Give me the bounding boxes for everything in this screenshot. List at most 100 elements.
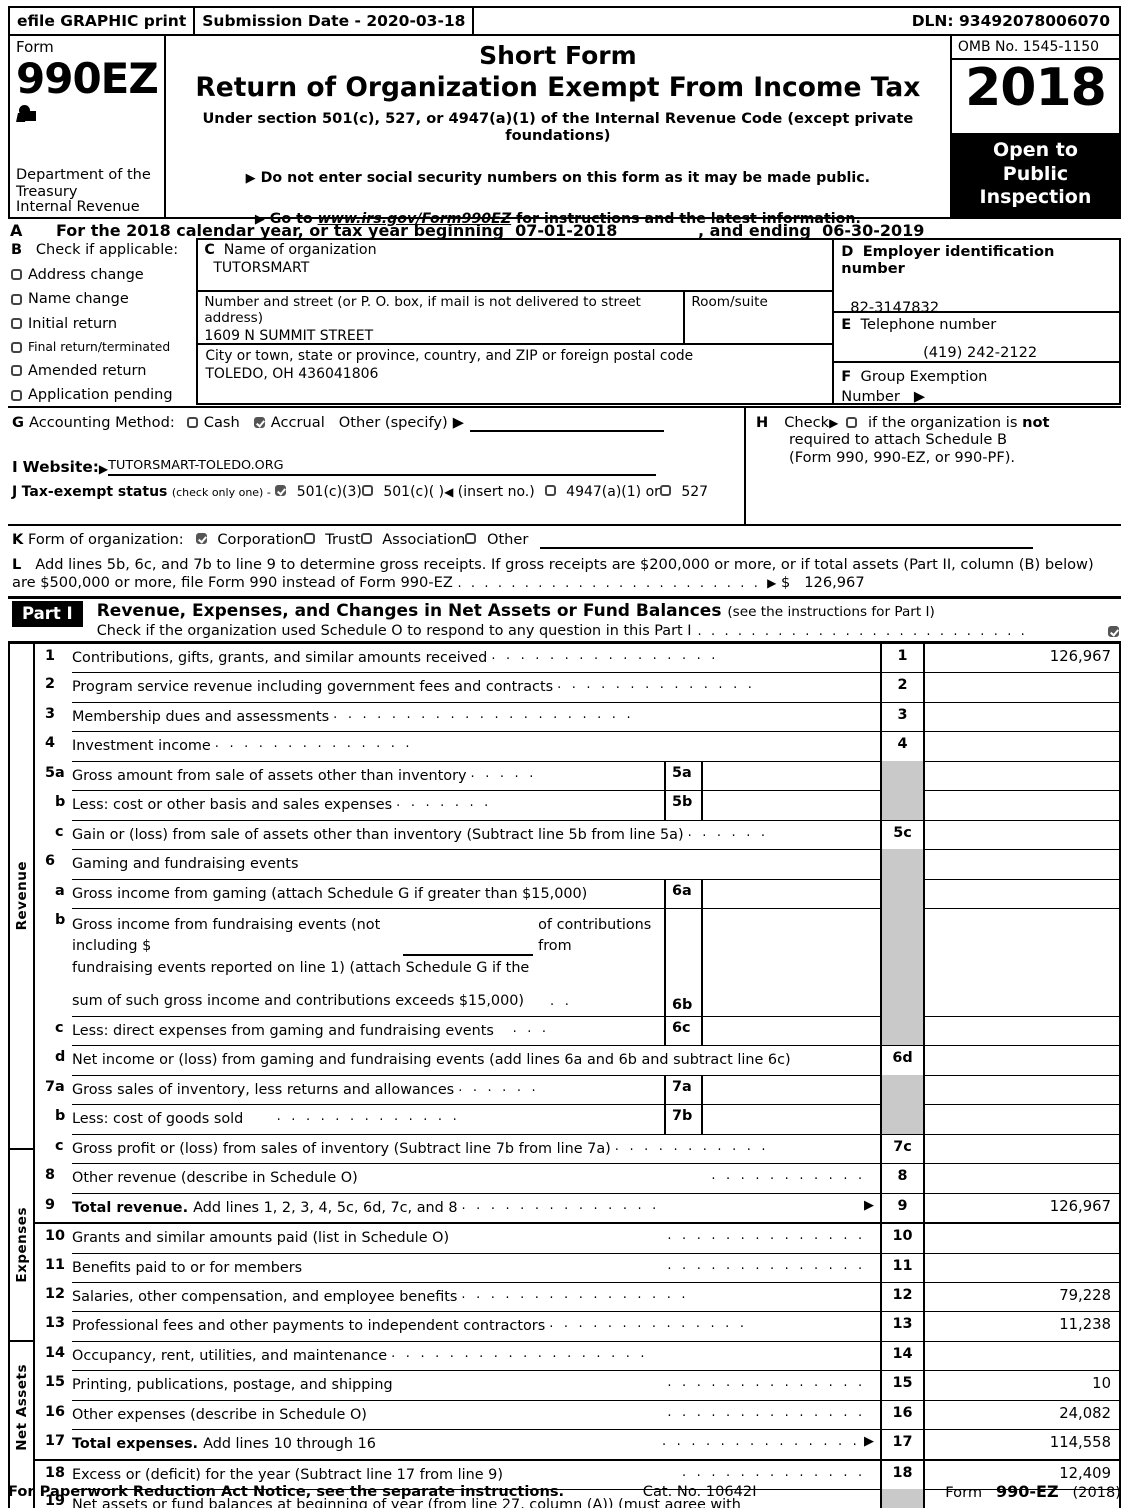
table-row: 11 Benefits paid to or for members . . .…: [35, 1252, 1119, 1282]
amount-value[interactable]: [923, 1104, 1119, 1134]
amount-value[interactable]: [923, 1074, 1119, 1105]
checkbox-amended-return[interactable]: Amended return: [11, 363, 196, 379]
checkbox-icon[interactable]: [544, 485, 556, 496]
radio-association[interactable]: Association: [360, 531, 465, 548]
group-exemption-cell: F Group Exemption Number ▶: [834, 363, 1119, 405]
radio-accrual[interactable]: Accrual: [253, 414, 325, 431]
checkbox-icon[interactable]: [11, 341, 22, 353]
checkbox-final-return-terminated[interactable]: Final return/terminated: [11, 340, 196, 354]
fundraising-contributions-input[interactable]: [403, 941, 534, 956]
checkbox-checked-icon[interactable]: [253, 417, 265, 428]
checkbox-icon[interactable]: [659, 485, 671, 496]
radio-cash[interactable]: Cash: [186, 414, 240, 431]
street-subcell: Number and street (or P. O. box, if mail…: [198, 292, 686, 344]
sub-amount-value[interactable]: [703, 1017, 880, 1045]
table-row: 14 Occupancy, rent, utilities, and maint…: [35, 1340, 1119, 1371]
checkbox-name-change[interactable]: Name change: [11, 291, 196, 307]
amount-value[interactable]: [923, 1133, 1119, 1164]
checkbox-icon[interactable]: [11, 389, 22, 401]
city-label: City or town, state or province, country…: [205, 348, 694, 364]
website-value[interactable]: TUTORSMART-TOLEDO.ORG: [108, 458, 284, 476]
checkbox-icon[interactable]: [186, 417, 198, 428]
amount-value[interactable]: [923, 790, 1119, 820]
line-description: Gross amount from sale of assets other t…: [72, 767, 467, 784]
sub-amount-value[interactable]: [703, 1076, 880, 1104]
schedule-o-checkbox[interactable]: [1108, 625, 1119, 637]
checkbox-icon[interactable]: [361, 485, 373, 496]
line-description-cell: Gaming and fundraising events: [72, 849, 880, 878]
line-description: Membership dues and assessments: [72, 708, 330, 725]
amount-value[interactable]: 10: [923, 1370, 1119, 1400]
amount-value[interactable]: [923, 819, 1119, 850]
amount-value[interactable]: [923, 1045, 1119, 1075]
sub-amount-box: 7a: [664, 1074, 880, 1105]
line-number: 1: [45, 648, 56, 664]
amount-value[interactable]: 11,238: [923, 1311, 1119, 1341]
amount-value[interactable]: [923, 1163, 1119, 1193]
amount-value[interactable]: 79,228: [923, 1281, 1119, 1312]
checkbox-icon[interactable]: [465, 533, 477, 544]
checkbox-icon[interactable]: [11, 365, 22, 376]
line-description: Add lines 10 through 16: [203, 1436, 376, 1453]
line-description-cell: Gross amount from sale of assets other t…: [72, 760, 664, 790]
line-description: Professional fees and other payments to …: [72, 1318, 546, 1335]
amount-line-number: 17: [880, 1429, 923, 1459]
part-1-badge: Part I: [12, 601, 83, 627]
checkbox-checked-icon[interactable]: [275, 485, 287, 496]
checkbox-icon[interactable]: [360, 533, 372, 544]
radio-other-org[interactable]: Other: [465, 531, 528, 548]
amount-value[interactable]: [923, 701, 1119, 732]
amount-value[interactable]: 126,967: [923, 1192, 1119, 1223]
amount-value[interactable]: [923, 1252, 1119, 1282]
checkbox-initial-return[interactable]: Initial return: [11, 316, 196, 332]
amount-value[interactable]: [923, 672, 1119, 702]
line-number: c: [55, 1137, 64, 1154]
checkbox-checked-icon[interactable]: [195, 533, 207, 544]
website-input-rule[interactable]: [283, 460, 656, 476]
sub-amount-value[interactable]: [703, 791, 880, 819]
sub-amount-value[interactable]: [703, 1105, 880, 1133]
radio-trust[interactable]: Trust: [303, 531, 361, 548]
radio-501c3[interactable]: 501(c)(3): [275, 484, 362, 500]
sub-amount-value[interactable]: [703, 903, 880, 1016]
amount-value[interactable]: 24,082: [923, 1399, 1119, 1430]
section-i-website: I Website: ▶ TUTORSMART-TOLEDO.ORG: [12, 458, 744, 476]
amount-value[interactable]: [923, 878, 1119, 909]
checkbox-icon[interactable]: [846, 417, 858, 428]
checkbox-application-pending[interactable]: Application pending: [11, 387, 196, 403]
accounting-other-input[interactable]: [469, 429, 664, 432]
radio-corporation[interactable]: Corporation: [195, 531, 304, 548]
section-b-heading: B Check if applicable:: [11, 242, 196, 258]
amount-value[interactable]: [923, 1340, 1119, 1371]
amount-value[interactable]: [923, 1222, 1119, 1253]
checkbox-icon[interactable]: [303, 533, 315, 544]
section-h-text: if the organization is: [868, 414, 1018, 431]
radio-4947a1[interactable]: 4947(a)(1) or: [544, 484, 660, 500]
radio-501c-other[interactable]: 501(c)( ): [361, 484, 444, 500]
omb-number-label: OMB No. 1545-1150: [951, 36, 1119, 60]
amount-value[interactable]: [923, 1015, 1119, 1046]
sub-amount-value[interactable]: [703, 762, 880, 790]
amount-value[interactable]: [923, 760, 1119, 791]
line-description: Salaries, other compensation, and employ…: [72, 1288, 458, 1305]
checkbox-address-change[interactable]: Address change: [11, 267, 196, 283]
amount-value[interactable]: [923, 908, 1119, 1016]
amount-value[interactable]: [923, 731, 1119, 761]
line-number: 14: [45, 1344, 66, 1361]
checkbox-icon[interactable]: [11, 318, 22, 329]
radio-label: Cash: [203, 414, 240, 431]
department-block: Department of the Treasury Internal Reve…: [16, 167, 168, 215]
amount-value[interactable]: 114,558: [923, 1429, 1119, 1459]
line-description: Gaming and fundraising events: [72, 856, 299, 873]
amount-line-number: 7c: [880, 1133, 923, 1164]
amount-line-number: 16: [880, 1399, 923, 1430]
amount-value[interactable]: [923, 849, 1119, 879]
bullet-triangle-icon: ▶: [245, 171, 256, 186]
checkbox-icon[interactable]: [11, 269, 22, 280]
radio-527[interactable]: 527: [659, 484, 708, 500]
checkbox-icon[interactable]: [11, 293, 22, 305]
section-k-other-input[interactable]: [540, 546, 1033, 549]
checkbox-label: Name change: [28, 291, 129, 307]
amount-value[interactable]: 126,967: [923, 644, 1119, 673]
footer-form-name: 990-EZ: [995, 1482, 1059, 1501]
